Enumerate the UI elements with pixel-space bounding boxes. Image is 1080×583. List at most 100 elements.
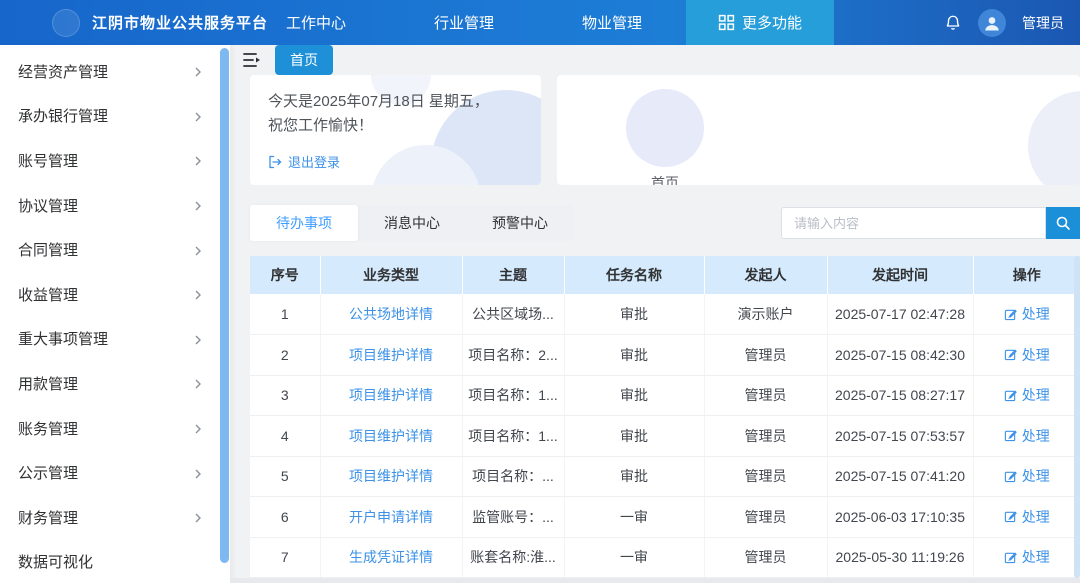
cell-time: 2025-07-15 07:53:57 bbox=[827, 416, 973, 457]
cell-initiator: 管理员 bbox=[704, 497, 827, 538]
edit-icon bbox=[1004, 389, 1017, 402]
chevron-right-icon bbox=[192, 288, 204, 300]
table-row: 2 项目维护详情 项目名称：2... 审批 管理员 2025-07-15 08:… bbox=[250, 335, 1080, 376]
handle-action-link[interactable]: 处理 bbox=[1004, 507, 1050, 527]
column-header-action: 操作 bbox=[973, 256, 1080, 294]
sidebar-item-label: 账务管理 bbox=[18, 418, 78, 439]
cell-time: 2025-06-03 17:10:35 bbox=[827, 497, 973, 538]
handle-label: 处理 bbox=[1022, 466, 1050, 486]
sidebar-item-publicity[interactable]: 公示管理 bbox=[0, 450, 230, 495]
collapse-menu-icon[interactable] bbox=[243, 52, 261, 68]
handle-action-link[interactable]: 处理 bbox=[1004, 466, 1050, 486]
todo-table: 序号 业务类型 主题 任务名称 发起人 发起时间 操作 1 公共场地详情 公共区… bbox=[250, 256, 1080, 578]
cell-initiator: 管理员 bbox=[704, 416, 827, 457]
cell-time: 2025-07-17 02:47:28 bbox=[827, 294, 973, 335]
cell-seq: 1 bbox=[250, 294, 320, 335]
cell-task: 审批 bbox=[564, 456, 704, 497]
business-type-link[interactable]: 生成凭证详情 bbox=[349, 549, 433, 565]
app-logo bbox=[52, 9, 80, 37]
sidebar-item-data-visualization[interactable]: 数据可视化 bbox=[0, 540, 230, 583]
sidebar-item-major-matters[interactable]: 重大事项管理 bbox=[0, 317, 230, 362]
home-page-tag[interactable]: 首页 bbox=[275, 45, 333, 75]
horizontal-scrollbar[interactable] bbox=[230, 578, 1080, 583]
cell-seq: 5 bbox=[250, 456, 320, 497]
business-type-link[interactable]: 公共场地详情 bbox=[349, 306, 433, 322]
sidebar-item-label: 数据可视化 bbox=[18, 551, 93, 572]
handle-action-link[interactable]: 处理 bbox=[1004, 304, 1050, 324]
sidebar-item-operating-assets[interactable]: 经营资产管理 bbox=[0, 49, 230, 94]
tag-toolbar: 首页 bbox=[230, 45, 1080, 75]
logout-label: 退出登录 bbox=[288, 152, 340, 171]
handle-label: 处理 bbox=[1022, 426, 1050, 446]
sidebar-scrollbar[interactable] bbox=[220, 48, 229, 563]
notification-bell-icon[interactable] bbox=[944, 14, 962, 32]
cell-time: 2025-05-30 11:19:26 bbox=[827, 537, 973, 578]
tab-warning-center[interactable]: 预警中心 bbox=[466, 205, 574, 241]
chevron-right-icon bbox=[192, 244, 204, 256]
handle-action-link[interactable]: 处理 bbox=[1004, 345, 1050, 365]
search-button[interactable] bbox=[1046, 207, 1080, 239]
sidebar-item-contract[interactable]: 合同管理 bbox=[0, 227, 230, 272]
sidebar-item-label: 公示管理 bbox=[18, 462, 78, 483]
handle-action-link[interactable]: 处理 bbox=[1004, 547, 1050, 567]
nav-item-label: 更多功能 bbox=[742, 12, 802, 33]
logout-link[interactable]: 退出登录 bbox=[268, 152, 523, 171]
cell-seq: 2 bbox=[250, 335, 320, 376]
sidebar-item-fund-usage[interactable]: 用款管理 bbox=[0, 361, 230, 406]
welcome-line1: 今天是2025年07月18日 星期五， bbox=[268, 90, 523, 114]
table-row: 3 项目维护详情 项目名称：1... 审批 管理员 2025-07-15 08:… bbox=[250, 375, 1080, 416]
cell-subject: 账套名称:淮... bbox=[462, 537, 564, 578]
sidebar-item-revenue[interactable]: 收益管理 bbox=[0, 272, 230, 317]
tab-message-center[interactable]: 消息中心 bbox=[358, 205, 466, 241]
search-icon bbox=[1055, 215, 1071, 231]
business-type-link[interactable]: 开户申请详情 bbox=[349, 509, 433, 525]
sidebar-item-label: 协议管理 bbox=[18, 195, 78, 216]
handle-action-link[interactable]: 处理 bbox=[1004, 426, 1050, 446]
tab-todo-items[interactable]: 待办事项 bbox=[250, 205, 358, 241]
nav-item-label: 工作中心 bbox=[286, 12, 346, 33]
chevron-right-icon bbox=[192, 511, 204, 523]
user-avatar[interactable] bbox=[978, 9, 1006, 37]
nav-item-industry-management[interactable]: 行业管理 bbox=[390, 0, 538, 45]
business-type-link[interactable]: 项目维护详情 bbox=[349, 387, 433, 403]
table-vertical-scrollbar[interactable] bbox=[1074, 256, 1080, 578]
sidebar-item-agreement[interactable]: 协议管理 bbox=[0, 183, 230, 228]
sidebar-item-label: 收益管理 bbox=[18, 284, 78, 305]
chevron-right-icon bbox=[192, 65, 204, 77]
cell-task: 审批 bbox=[564, 294, 704, 335]
table-row: 4 项目维护详情 项目名称：1... 审批 管理员 2025-07-15 07:… bbox=[250, 416, 1080, 457]
shortcut-home[interactable]: 首页 bbox=[623, 89, 707, 185]
decorative-blob bbox=[1028, 91, 1080, 185]
current-username[interactable]: 管理员 bbox=[1022, 13, 1064, 33]
sidebar-item-finance[interactable]: 财务管理 bbox=[0, 495, 230, 540]
table-row: 6 开户申请详情 监管账号：... 一审 管理员 2025-06-03 17:1… bbox=[250, 497, 1080, 538]
cell-time: 2025-07-15 08:27:17 bbox=[827, 375, 973, 416]
business-type-link[interactable]: 项目维护详情 bbox=[349, 468, 433, 484]
sidebar-item-label: 财务管理 bbox=[18, 507, 78, 528]
table-row: 7 生成凭证详情 账套名称:淮... 一审 管理员 2025-05-30 11:… bbox=[250, 537, 1080, 578]
chevron-right-icon bbox=[192, 199, 204, 211]
business-type-link[interactable]: 项目维护详情 bbox=[349, 347, 433, 363]
nav-item-property-management[interactable]: 物业管理 bbox=[538, 0, 686, 45]
sidebar-item-label: 承办银行管理 bbox=[18, 105, 108, 126]
sidebar-item-undertaking-bank[interactable]: 承办银行管理 bbox=[0, 94, 230, 139]
sidebar-menu: 经营资产管理 承办银行管理 账号管理 协议管理 合同管理 收益管理 bbox=[0, 45, 230, 583]
nav-item-work-center[interactable]: 工作中心 bbox=[242, 0, 390, 45]
cell-subject: 项目名称：1... bbox=[462, 416, 564, 457]
column-header-subject: 主题 bbox=[462, 256, 564, 294]
business-type-link[interactable]: 项目维护详情 bbox=[349, 428, 433, 444]
sidebar-item-account-number[interactable]: 账号管理 bbox=[0, 138, 230, 183]
sidebar-item-label: 账号管理 bbox=[18, 150, 78, 171]
handle-label: 处理 bbox=[1022, 345, 1050, 365]
handle-action-link[interactable]: 处理 bbox=[1004, 385, 1050, 405]
handle-label: 处理 bbox=[1022, 547, 1050, 567]
list-tabs: 待办事项 消息中心 预警中心 bbox=[250, 205, 574, 241]
edit-icon bbox=[1004, 429, 1017, 442]
search-input[interactable] bbox=[781, 207, 1046, 239]
sidebar-item-accounting[interactable]: 账务管理 bbox=[0, 406, 230, 451]
cell-seq: 7 bbox=[250, 537, 320, 578]
nav-item-more-functions[interactable]: 更多功能 bbox=[686, 0, 834, 45]
search-bar bbox=[781, 207, 1080, 239]
cell-subject: 公共区域场... bbox=[462, 294, 564, 335]
cell-time: 2025-07-15 08:42:30 bbox=[827, 335, 973, 376]
